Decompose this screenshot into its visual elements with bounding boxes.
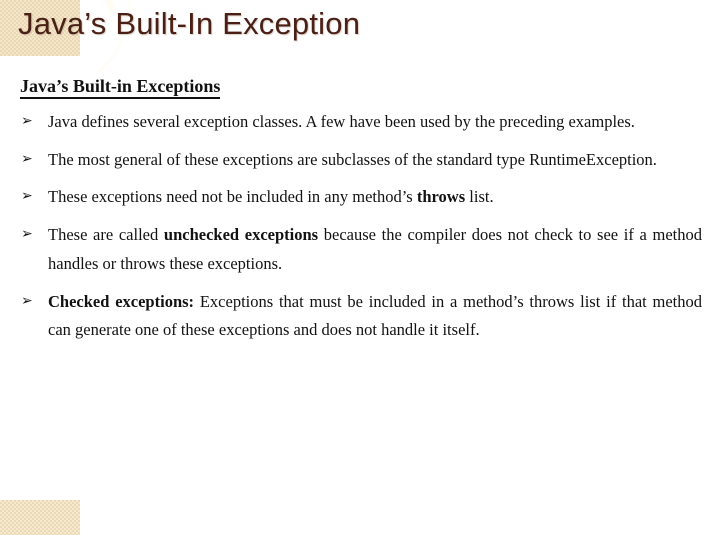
bullet-text-run: These are called xyxy=(48,225,164,245)
decorative-corner-bottom-left xyxy=(0,500,80,535)
slide-content-body: Java’s Built-in Exceptions ➢ Java defines… xyxy=(20,76,702,345)
bullet-text-run: These exceptions need not be included in… xyxy=(48,187,417,207)
bullet-defines: ➢ Java defines several exception classes.… xyxy=(20,108,702,137)
bullet-text: Checked exceptions: Exceptions that must… xyxy=(48,292,702,340)
bullet-text-run: The most general of these exceptions are… xyxy=(48,149,657,169)
bullet-text-emphasis: Checked exceptions: xyxy=(48,291,195,311)
bullet-list: ➢ Java defines several exception classes.… xyxy=(20,108,702,345)
bullet-arrow-icon: ➢ xyxy=(21,226,33,243)
bullet-text-run: list. xyxy=(465,187,494,207)
bullet-arrow-icon: ➢ xyxy=(21,188,33,205)
bullet-arrow-icon: ➢ xyxy=(21,292,33,309)
bullet-text: These exceptions need not be included in… xyxy=(48,187,494,206)
bullet-checked: ➢ Checked exceptions: Exceptions that mus… xyxy=(20,288,702,345)
slide: Java’s Built-In Exception Java’s Built-i… xyxy=(0,0,720,540)
slide-title: Java’s Built-In Exception xyxy=(18,6,361,41)
bullet-text: These are called unchecked exceptions be… xyxy=(48,225,702,273)
bullet-runtimeexception: ➢ The most general of these exceptions ar… xyxy=(20,146,702,175)
bullet-text: Java defines several exception classes. … xyxy=(48,112,635,131)
bullet-text-run: Java defines several exception classes. … xyxy=(48,112,635,131)
content-heading: Java’s Built-in Exceptions xyxy=(20,76,221,99)
bullet-throws-list: ➢ These exceptions need not be included i… xyxy=(20,183,702,212)
bullet-text-emphasis: throws xyxy=(416,187,466,207)
bullet-text: The most general of these exceptions are… xyxy=(48,150,657,169)
bullet-arrow-icon: ➢ xyxy=(21,150,33,167)
bullet-text-emphasis: unchecked exceptions xyxy=(163,225,319,245)
bullet-arrow-icon: ➢ xyxy=(21,113,33,129)
bullet-unchecked: ➢ These are called unchecked exceptions b… xyxy=(20,221,702,278)
